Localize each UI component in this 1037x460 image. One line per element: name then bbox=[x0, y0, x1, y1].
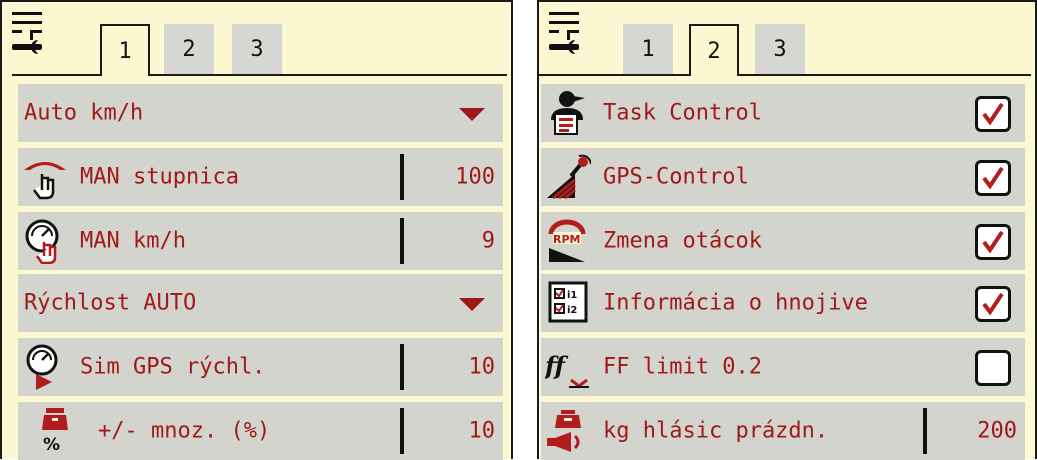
operator-terminal-icon bbox=[551, 91, 585, 135]
tab-2[interactable]: 2 bbox=[689, 24, 739, 76]
speedometer-hand-icon bbox=[25, 219, 59, 264]
quantity-percent-label: +/- mnoz. (%) bbox=[98, 418, 271, 444]
value-divider bbox=[400, 154, 404, 200]
settings-panel-left: 1 2 3 Auto km/h MAN stupnica 100 MAN km/… bbox=[0, 0, 513, 460]
scale-hand-icon bbox=[24, 162, 66, 200]
ff-limit-icon: ff bbox=[545, 351, 589, 388]
sim-gps-speed-row[interactable]: Sim GPS rýchl. 10 bbox=[18, 338, 503, 396]
fertilizer-info-icon: i1 i2 bbox=[548, 281, 588, 323]
ff-limit-label: FF limit 0.2 bbox=[603, 354, 762, 380]
sim-gps-speed-label: Sim GPS rýchl. bbox=[80, 354, 266, 380]
rpm-change-row[interactable]: RPM Zmena otácok bbox=[541, 212, 1025, 270]
task-control-checkbox[interactable] bbox=[975, 96, 1011, 132]
tab-1[interactable]: 1 bbox=[623, 24, 673, 74]
gps-control-row[interactable]: GPS-Control bbox=[541, 148, 1025, 206]
rpm-change-checkbox[interactable] bbox=[975, 224, 1011, 260]
chevron-down-icon bbox=[459, 298, 485, 311]
machine-settings-icon bbox=[549, 12, 579, 54]
panel-header: 1 2 3 bbox=[539, 2, 1035, 78]
man-kmh-row[interactable]: MAN km/h 9 bbox=[18, 212, 503, 270]
machine-settings-icon bbox=[12, 12, 42, 54]
ff-limit-checkbox[interactable] bbox=[975, 350, 1011, 386]
value-divider bbox=[923, 408, 927, 454]
weight-horn-icon bbox=[547, 410, 581, 452]
gps-control-checkbox[interactable] bbox=[975, 160, 1011, 196]
fertilizer-info-label: Informácia o hnojive bbox=[603, 290, 868, 316]
value-divider bbox=[400, 218, 404, 264]
kg-empty-alarm-label: kg hlásic prázdn. bbox=[603, 418, 829, 444]
man-scale-value: 100 bbox=[455, 164, 495, 190]
speedometer-play-icon bbox=[26, 344, 58, 390]
tab-2[interactable]: 2 bbox=[164, 24, 214, 74]
speed-auto-dropdown[interactable]: Rýchlost AUTO bbox=[18, 274, 503, 332]
svg-text:i1: i1 bbox=[567, 290, 577, 301]
value-divider bbox=[400, 408, 404, 454]
header-divider bbox=[12, 74, 507, 76]
rpm-gauge-icon: RPM bbox=[548, 219, 586, 262]
man-kmh-label: MAN km/h bbox=[80, 228, 186, 254]
task-control-label: Task Control bbox=[603, 100, 762, 126]
quantity-percent-value: 10 bbox=[468, 418, 496, 444]
auto-kmh-dropdown[interactable]: Auto km/h bbox=[18, 84, 503, 142]
man-scale-label: MAN stupnica bbox=[80, 164, 239, 190]
task-control-row[interactable]: Task Control bbox=[541, 84, 1025, 142]
rpm-change-label: Zmena otácok bbox=[603, 228, 762, 254]
man-scale-row[interactable]: MAN stupnica 100 bbox=[18, 148, 503, 206]
settings-panel-right: 1 2 3 Task Control GPS-Control RPM Zmena… bbox=[537, 0, 1037, 460]
tab-1[interactable]: 1 bbox=[100, 24, 150, 76]
fertilizer-info-row[interactable]: i1 i2 Informácia o hnojive bbox=[541, 274, 1025, 332]
svg-text:RPM: RPM bbox=[553, 233, 580, 246]
quantity-percent-row[interactable]: % +/- mnoz. (%) 10 bbox=[18, 402, 503, 460]
ff-limit-row[interactable]: ff FF limit 0.2 bbox=[541, 338, 1025, 396]
man-kmh-value: 9 bbox=[481, 228, 495, 254]
panel-header: 1 2 3 bbox=[2, 2, 511, 78]
svg-text:%: % bbox=[43, 435, 60, 454]
header-divider bbox=[539, 74, 1031, 76]
checkmark-icon bbox=[982, 102, 1004, 126]
auto-kmh-label: Auto km/h bbox=[24, 100, 144, 126]
checkmark-icon bbox=[982, 166, 1004, 190]
svg-text:i2: i2 bbox=[567, 305, 577, 316]
gps-spreader-icon bbox=[547, 154, 591, 200]
svg-text:ff: ff bbox=[545, 351, 569, 380]
speed-auto-label: Rýchlost AUTO bbox=[24, 290, 197, 316]
kg-empty-alarm-value: 200 bbox=[977, 418, 1017, 444]
sim-gps-speed-value: 10 bbox=[468, 354, 496, 380]
weight-percent-icon: % bbox=[42, 408, 68, 454]
gps-control-label: GPS-Control bbox=[603, 164, 749, 190]
kg-empty-alarm-row[interactable]: kg hlásic prázdn. 200 bbox=[541, 402, 1025, 460]
tab-3[interactable]: 3 bbox=[755, 24, 805, 74]
checkmark-icon bbox=[982, 292, 1004, 316]
checkmark-icon bbox=[982, 230, 1004, 254]
value-divider bbox=[400, 344, 404, 390]
chevron-down-icon bbox=[459, 108, 485, 121]
fertilizer-info-checkbox[interactable] bbox=[975, 286, 1011, 322]
tab-3[interactable]: 3 bbox=[232, 24, 282, 74]
